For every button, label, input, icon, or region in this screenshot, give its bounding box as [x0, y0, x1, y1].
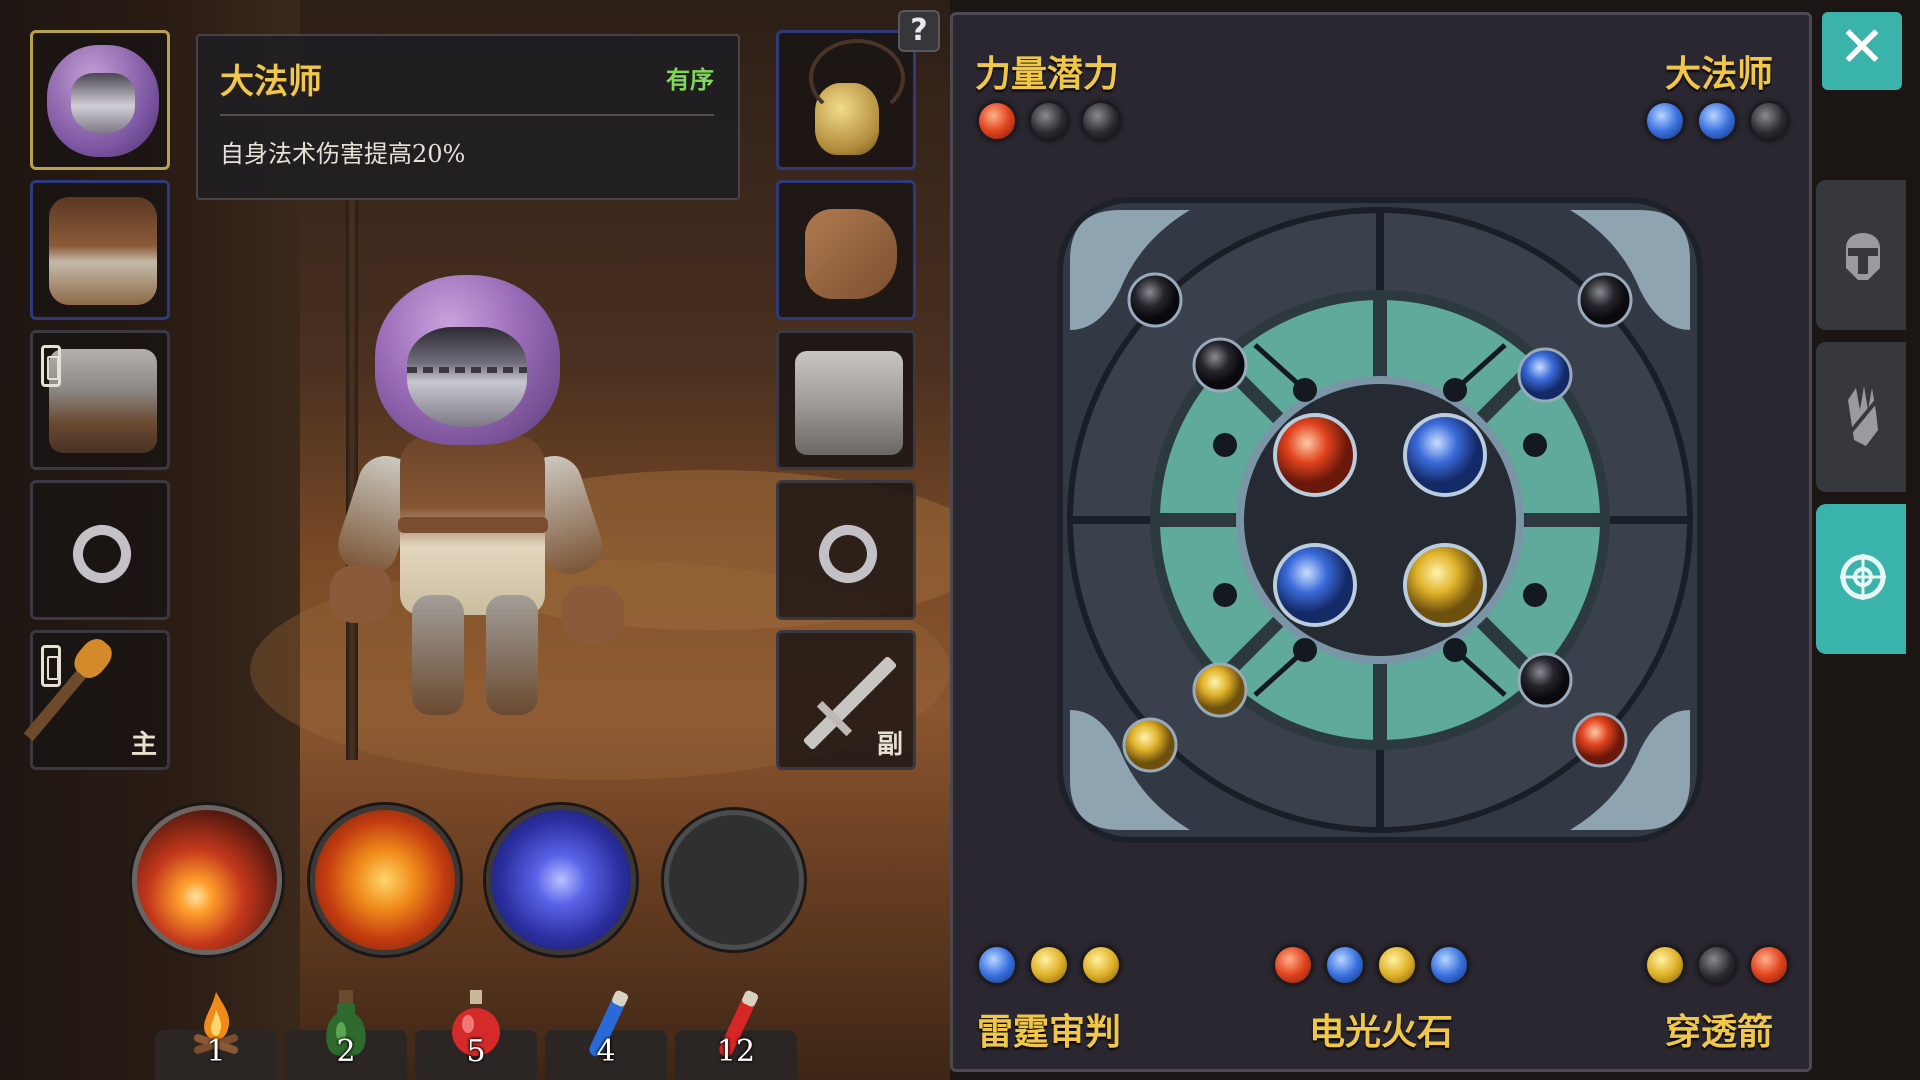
meteor-icon[interactable]	[132, 805, 282, 955]
red-gem-icon	[1273, 945, 1313, 985]
hero-right-leg	[486, 595, 538, 715]
ring-icon	[63, 515, 141, 593]
lightning-orb-icon[interactable]	[486, 805, 636, 955]
equip-slot-ring-left[interactable]	[30, 480, 170, 620]
blue-gem-icon	[977, 945, 1017, 985]
consumable-slot[interactable]: 5	[415, 990, 537, 1080]
hood-icon	[47, 45, 159, 157]
black-gem-icon	[1081, 101, 1121, 141]
set-gems-top-left	[977, 101, 1121, 141]
blue-gem-icon	[1697, 101, 1737, 141]
equip-slot-chest[interactable]	[30, 180, 170, 320]
hero-left-hand	[330, 565, 392, 623]
set-title-right: 穿透箭	[1664, 1011, 1773, 1053]
boots-icon	[795, 351, 903, 455]
set-gems-footer-right	[1645, 945, 1789, 985]
consumable-count: 1	[206, 1034, 226, 1069]
red-gem-icon	[1749, 945, 1789, 985]
hero-face-mask	[407, 327, 527, 427]
gold-gem-icon	[1029, 945, 1069, 985]
consumable-slot[interactable]: 12	[675, 990, 797, 1080]
tooltip-divider	[220, 114, 714, 116]
gem-board-icon	[1840, 554, 1886, 600]
gold-gem-icon	[1377, 945, 1417, 985]
chain-link-icon	[41, 645, 61, 687]
equip-slot-neck[interactable]	[776, 30, 916, 170]
set-title-left: 雷霆审判	[977, 1011, 1122, 1053]
off-hand-mark: 副	[876, 730, 903, 760]
fire-burst-icon[interactable]	[310, 805, 460, 955]
gem-board-graphic	[1057, 197, 1703, 843]
amulet-icon	[809, 39, 905, 155]
consumable-count: 4	[596, 1034, 616, 1069]
consumable-count: 5	[466, 1034, 486, 1069]
gold-gem-icon	[1081, 945, 1121, 985]
help-button[interactable]: ?	[898, 10, 940, 52]
empty-skill-slot[interactable]	[664, 810, 804, 950]
panel-title-left: 力量潜力	[975, 53, 1120, 95]
item-tooltip: 大法师 有序 自身法术伤害提高20%	[196, 34, 740, 200]
torch-icon	[23, 649, 104, 742]
hero-hood	[375, 275, 560, 445]
hero-right-hand	[562, 585, 624, 643]
ring-icon	[809, 515, 887, 593]
tooltip-tag: 有序	[666, 65, 714, 94]
red-gem-icon	[977, 101, 1017, 141]
tab-gloves[interactable]	[1816, 342, 1906, 492]
panel-title-right: 大法师	[1664, 53, 1773, 95]
equip-slot-off-hand[interactable]: 副	[776, 630, 916, 770]
set-gems-footer-center	[1273, 945, 1469, 985]
close-button[interactable]: ✕	[1822, 12, 1902, 90]
black-gem-icon	[1697, 945, 1737, 985]
set-title-center: 电光火石	[1309, 1011, 1454, 1053]
hero-character[interactable]	[300, 265, 640, 765]
set-gems-top-right	[1645, 101, 1789, 141]
gold-gem-icon	[1645, 945, 1685, 985]
gloves-icon	[1842, 386, 1884, 446]
consumable-slot[interactable]: 2	[285, 990, 407, 1080]
black-gem-icon	[1749, 101, 1789, 141]
equip-slot-head[interactable]	[30, 30, 170, 170]
equip-slot-legs[interactable]	[30, 330, 170, 470]
tooltip-description: 自身法术伤害提高20%	[220, 140, 466, 168]
equip-slot-ring-right[interactable]	[776, 480, 916, 620]
equip-slot-feet[interactable]	[776, 330, 916, 470]
consumable-count: 2	[336, 1034, 356, 1069]
blue-gem-icon	[1325, 945, 1365, 985]
armor-icon	[49, 197, 157, 305]
gem-board	[1040, 180, 1720, 860]
hero-belt	[398, 517, 548, 533]
main-hand-mark: 主	[130, 730, 157, 760]
leggings-icon	[49, 349, 157, 453]
tab-helmet[interactable]	[1816, 180, 1906, 330]
gloves-icon	[805, 209, 897, 299]
helmet-icon	[1846, 233, 1880, 280]
hero-left-leg	[412, 595, 464, 715]
black-gem-icon	[1029, 101, 1069, 141]
tab-gem-board[interactable]	[1816, 504, 1906, 654]
chain-link-icon	[41, 345, 61, 387]
consumable-count: 12	[716, 1034, 756, 1069]
blue-gem-icon	[1645, 101, 1685, 141]
consumable-slot[interactable]: 4	[545, 990, 667, 1080]
consumable-slot[interactable]: 1	[155, 992, 277, 1080]
tooltip-title: 大法师	[220, 62, 322, 102]
equip-slot-main-hand[interactable]: 主	[23, 630, 170, 770]
equip-slot-hands[interactable]	[776, 180, 916, 320]
blue-gem-icon	[1429, 945, 1469, 985]
set-gems-footer-left	[977, 945, 1121, 985]
